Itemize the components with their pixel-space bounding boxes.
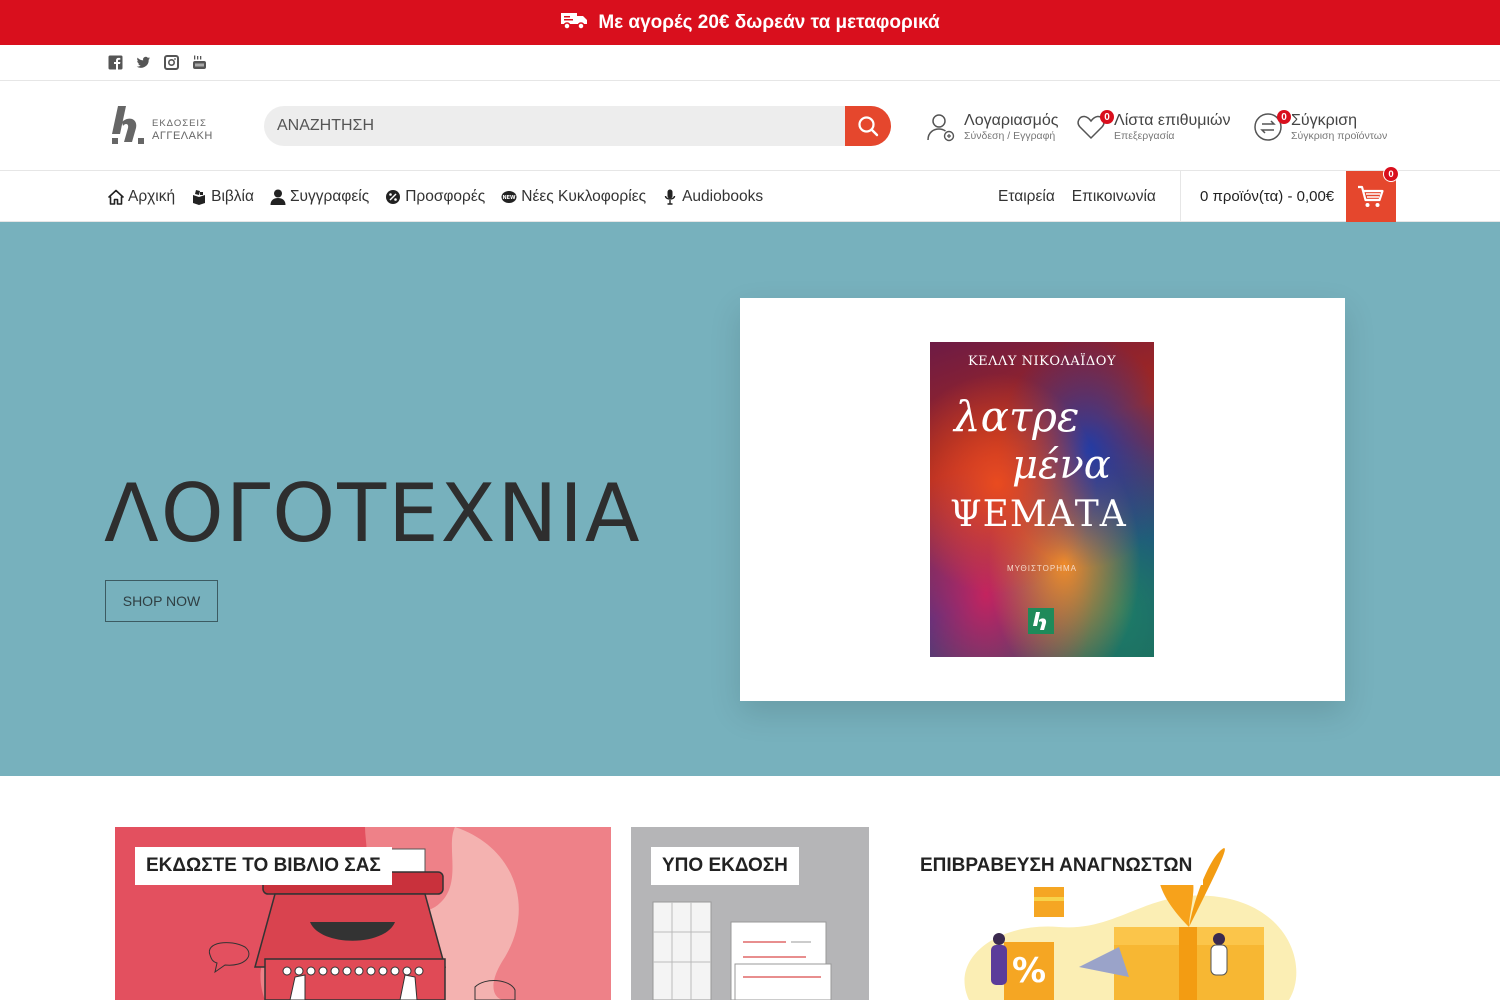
cart-icon — [1358, 185, 1384, 207]
books-icon — [193, 189, 206, 205]
compare-subtitle: Σύγκριση προϊόντων — [1291, 130, 1388, 142]
hero-title: ΛΟΓΟΤΕΧΝΙΑ — [104, 467, 642, 560]
reader-rewards-label: ΕΠΙΒΡΑΒΕΥΣΗ ΑΝΑΓΝΩΣΤΩΝ — [909, 847, 1204, 885]
book-title-line1: λατρε — [954, 392, 1080, 441]
publisher-logo-small — [1028, 608, 1054, 634]
new-icon: NEW — [501, 190, 517, 203]
wishlist-subtitle: Επεξεργασία — [1114, 130, 1175, 142]
book-genre: ΜΥΘΙΣΤΟΡΗΜΑ — [1006, 564, 1078, 573]
nav-label-home: Αρχική — [128, 187, 176, 205]
truck-icon — [560, 10, 588, 36]
compare-count-badge: 0 — [1277, 110, 1291, 124]
nav-link-contact[interactable]: Επικοινωνία — [1072, 188, 1156, 206]
nav-item-authors[interactable]: Συγγραφείς — [270, 188, 369, 206]
nav-item-audiobooks[interactable]: Audiobooks — [662, 188, 763, 206]
nav-item-offers[interactable]: Προσφορές — [385, 188, 485, 206]
logo-mark-icon — [112, 106, 144, 144]
instagram-icon[interactable] — [164, 55, 179, 70]
heart-icon: 0 — [1076, 110, 1114, 142]
nav-label-authors: Συγγραφείς — [289, 187, 370, 205]
book-title-line3: ΨΕΜΑΤΑ — [950, 494, 1127, 535]
compare-link[interactable]: 0 Σύγκριση Σύγκριση προϊόντων — [1253, 110, 1388, 143]
user-icon — [270, 189, 286, 205]
twitter-icon[interactable] — [136, 55, 151, 70]
upcoming-releases-tile[interactable]: ΥΠΟ ΕΚΔΟΣΗ — [631, 827, 869, 1000]
account-title: Λογαριασμός — [964, 112, 1059, 129]
search-button[interactable] — [845, 106, 891, 146]
reader-rewards-tile[interactable]: % ΕΠΙΒΡΑΒΕΥΣΗ ΑΝΑΓΝΩΣΤΩΝ — [889, 827, 1385, 1000]
cart-summary[interactable]: 0 προϊόν(τα) - 0,00€ — [1200, 188, 1334, 205]
hero-banner: ΛΟΓΟΤΕΧΝΙΑ SHOP NOW ΚΕΛΛΥ ΝΙΚΟΛΑΪΔΟΥ λατ… — [0, 222, 1500, 776]
wishlist-link[interactable]: 0 Λίστα επιθυμιών Επεξεργασία — [1076, 110, 1231, 143]
home-icon — [108, 189, 124, 205]
publish-your-book-label: ΕΚΔΩΣΤΕ ΤΟ ΒΙΒΛΙΟ ΣΑΣ — [135, 847, 392, 885]
search-input[interactable] — [264, 106, 844, 146]
nav-link-company[interactable]: Εταιρεία — [998, 188, 1055, 206]
logo-line1: ΕΚΔΟΣΕΙΣ — [152, 118, 207, 129]
offers-icon — [386, 189, 401, 204]
publisher-logo[interactable]: ΕΚΔΟΣΕΙΣ ΑΓΓΕΛΑΚΗ — [108, 101, 218, 151]
free-shipping-text: Με αγορές 20€ δωρεάν τα μεταφορικά — [598, 11, 940, 33]
account-icon — [926, 112, 956, 142]
book-title-line2: μένα — [1012, 442, 1111, 488]
main-nav: Αρχική Βιβλία Συγγραφείς Προσφορές NEW Ν… — [0, 171, 1500, 222]
free-shipping-banner: Με αγορές 20€ δωρεάν τα μεταφορικά — [0, 0, 1500, 45]
logo-line2: ΑΓΓΕΛΑΚΗ — [152, 130, 213, 142]
youtube-icon[interactable] — [192, 55, 207, 70]
nav-label-offers: Προσφορές — [405, 187, 486, 205]
nav-label-audiobooks: Audiobooks — [682, 187, 764, 205]
featured-book-card[interactable]: ΚΕΛΛΥ ΝΙΚΟΛΑΪΔΟΥ λατρε μένα ΨΕΜΑΤΑ ΜΥΘΙΣ… — [740, 298, 1345, 701]
cart-count-badge: 0 — [1383, 166, 1399, 182]
nav-label-books: Βιβλία — [211, 187, 254, 205]
upcoming-releases-label: ΥΠΟ ΕΚΔΟΣΗ — [651, 847, 799, 885]
compare-icon: 0 — [1253, 110, 1291, 142]
search-bar — [264, 106, 891, 146]
nav-item-home[interactable]: Αρχική — [108, 188, 175, 206]
svg-text:NEW: NEW — [503, 195, 517, 201]
publish-your-book-tile[interactable]: ΕΚΔΩΣΤΕ ΤΟ ΒΙΒΛΙΟ ΣΑΣ — [115, 827, 611, 1000]
shop-now-button[interactable]: SHOP NOW — [105, 580, 218, 622]
account-link[interactable]: Λογαριασμός Σύνδεση / Εγγραφή — [926, 112, 1058, 143]
nav-item-new-releases[interactable]: NEW Νέες Κυκλοφορίες — [501, 188, 646, 206]
book-author: ΚΕΛΛΥ ΝΙΚΟΛΑΪΔΟΥ — [967, 354, 1117, 369]
facebook-icon[interactable] — [108, 55, 123, 70]
wishlist-count-badge: 0 — [1100, 110, 1114, 124]
nav-label-new-releases: Νέες Κυκλοφορίες — [521, 187, 647, 205]
account-subtitle: Σύνδεση / Εγγραφή — [964, 130, 1056, 142]
microphone-icon — [664, 189, 676, 205]
site-header: ΕΚΔΟΣΕΙΣ ΑΓΓΕΛΑΚΗ Λογαριασμός Σύνδεση / … — [0, 81, 1500, 171]
nav-item-books[interactable]: Βιβλία — [191, 188, 254, 206]
social-bar — [0, 45, 1500, 81]
search-icon — [858, 116, 879, 137]
compare-title: Σύγκριση — [1291, 112, 1358, 129]
svg-text:%: % — [1012, 951, 1046, 991]
wishlist-title: Λίστα επιθυμιών — [1114, 112, 1231, 129]
book-cover[interactable]: ΚΕΛΛΥ ΝΙΚΟΛΑΪΔΟΥ λατρε μένα ΨΕΜΑΤΑ ΜΥΘΙΣ… — [930, 342, 1154, 657]
cart-divider — [1180, 171, 1181, 222]
